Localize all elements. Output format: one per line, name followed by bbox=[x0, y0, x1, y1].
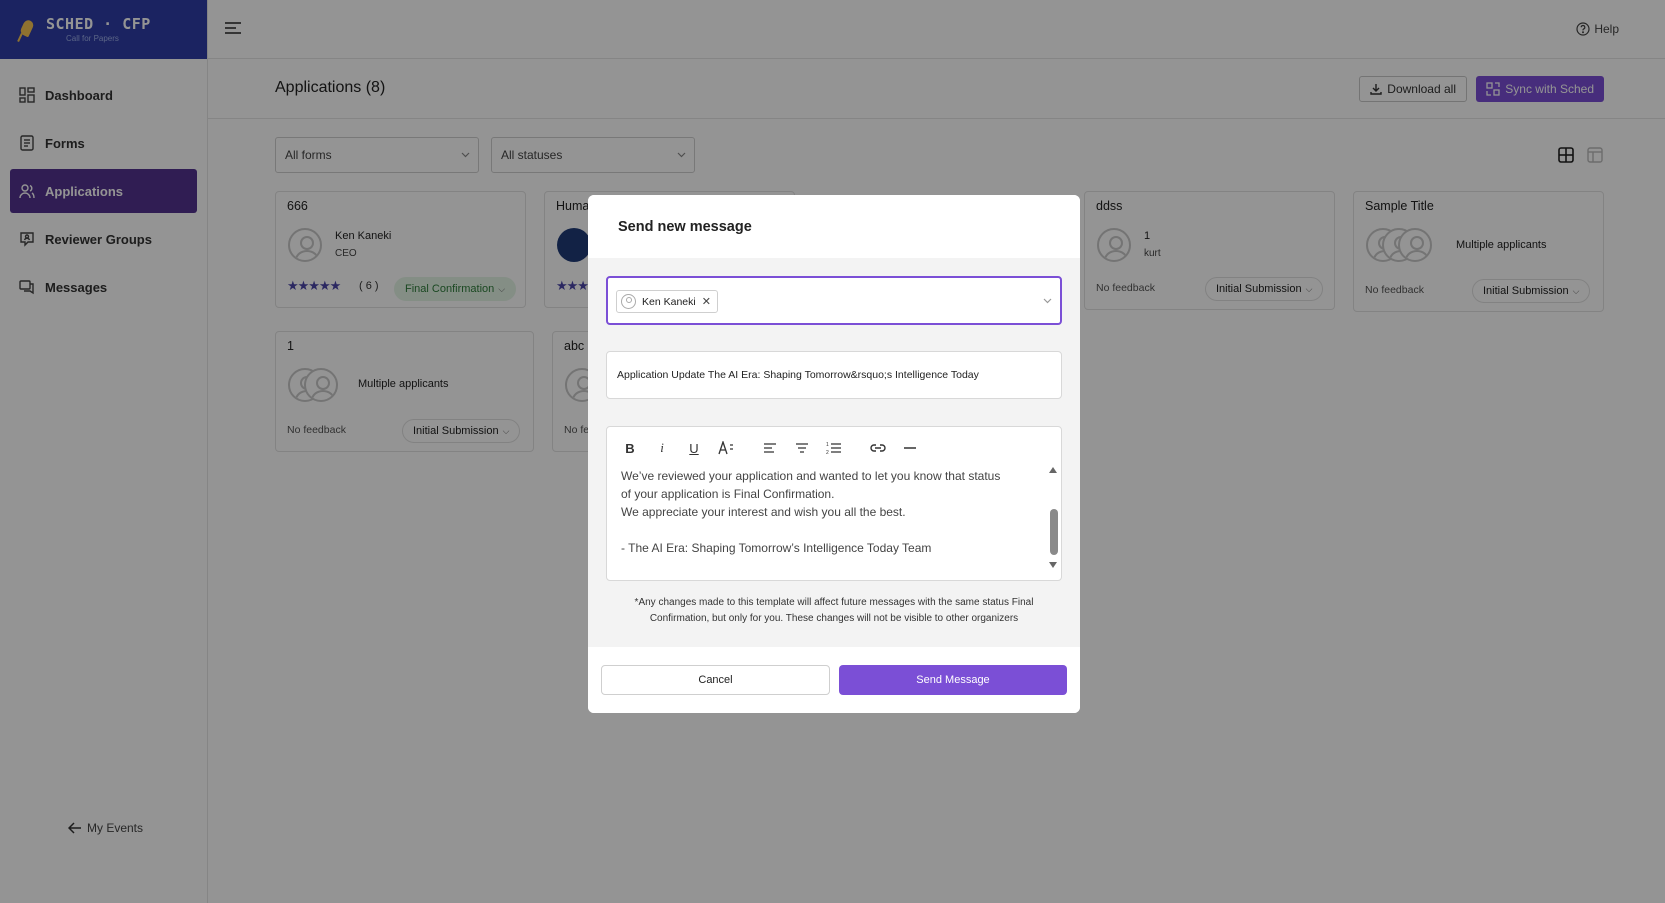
message-line: We’ve reviewed your application and want… bbox=[621, 469, 1001, 483]
svg-text:1: 1 bbox=[826, 442, 829, 448]
chevron-down-icon[interactable] bbox=[1043, 298, 1052, 304]
send-message-button[interactable]: Send Message bbox=[839, 665, 1067, 695]
editor-toolbar: B i U 12 bbox=[619, 437, 931, 459]
message-line: - The AI Era: Shaping Tomorrow’s Intelli… bbox=[621, 541, 932, 555]
send-message-modal: Send new message Ken Kaneki ✕ Applicatio… bbox=[588, 195, 1080, 713]
recipients-select[interactable]: Ken Kaneki ✕ bbox=[606, 276, 1062, 325]
horizontal-rule-icon[interactable] bbox=[899, 437, 921, 459]
italic-icon[interactable]: i bbox=[651, 437, 673, 459]
ordered-list-icon[interactable]: 12 bbox=[823, 437, 845, 459]
align-center-icon[interactable] bbox=[791, 437, 813, 459]
message-line: of your application is Final Confirmatio… bbox=[621, 487, 835, 501]
cancel-button[interactable]: Cancel bbox=[601, 665, 830, 695]
scrollbar-thumb[interactable] bbox=[1050, 509, 1058, 555]
recipient-chip: Ken Kaneki ✕ bbox=[616, 290, 718, 313]
bold-icon[interactable]: B bbox=[619, 437, 641, 459]
subject-input[interactable]: Application Update The AI Era: Shaping T… bbox=[606, 351, 1062, 399]
scroll-up-arrow-icon[interactable] bbox=[1049, 467, 1057, 473]
scroll-down-arrow-icon[interactable] bbox=[1049, 562, 1057, 568]
message-line bbox=[621, 521, 1031, 539]
recipient-name: Ken Kaneki bbox=[642, 295, 696, 308]
avatar-placeholder-icon bbox=[621, 294, 636, 309]
message-body[interactable]: We’ve reviewed your application and want… bbox=[621, 467, 1031, 557]
underline-icon[interactable]: U bbox=[683, 437, 705, 459]
modal-body: Ken Kaneki ✕ Application Update The AI E… bbox=[588, 258, 1080, 647]
modal-title: Send new message bbox=[588, 195, 1080, 258]
svg-text:2: 2 bbox=[826, 450, 829, 455]
modal-footer: Cancel Send Message bbox=[588, 647, 1080, 713]
template-note: *Any changes made to this template will … bbox=[634, 597, 1034, 624]
link-icon[interactable] bbox=[867, 437, 889, 459]
message-line: We appreciate your interest and wish you… bbox=[621, 505, 906, 519]
remove-recipient-icon[interactable]: ✕ bbox=[702, 295, 711, 308]
message-editor[interactable]: B i U 12 We’ve reviewed your application… bbox=[606, 426, 1062, 581]
align-left-icon[interactable] bbox=[759, 437, 781, 459]
font-size-icon[interactable] bbox=[715, 437, 737, 459]
